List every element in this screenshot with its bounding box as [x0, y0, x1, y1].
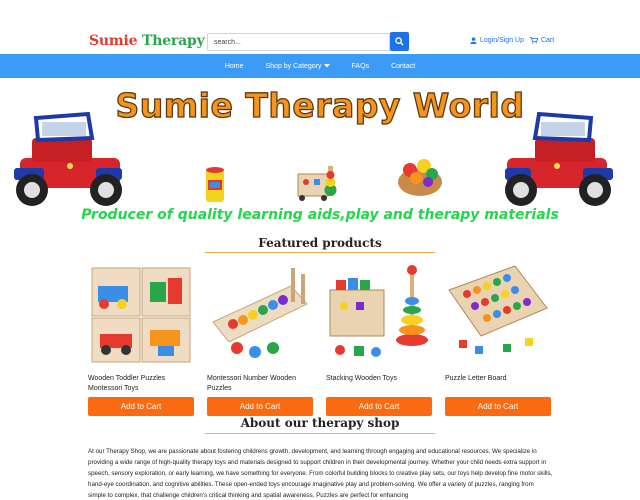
product-image-stacking-toys[interactable] — [326, 260, 432, 366]
login-link[interactable]: Login/Sign Up — [470, 37, 524, 44]
nav-contact[interactable]: Contact — [391, 63, 415, 70]
user-icon — [470, 37, 477, 44]
brand-part-2: Therapy — [142, 33, 205, 49]
about-title-underline — [205, 433, 435, 434]
nav-shop-by-category[interactable]: Shop by Category — [266, 63, 330, 70]
product-image-number-puzzle[interactable] — [207, 260, 313, 366]
cart-link[interactable]: Cart — [529, 37, 555, 44]
nav-home[interactable]: Home — [225, 63, 244, 70]
add-to-cart-button[interactable]: Add to Cart — [326, 397, 432, 416]
featured-title-underline — [205, 252, 435, 253]
product-card: Stacking Wooden Toys Add to Cart — [326, 260, 432, 416]
nav-shop-label: Shop by Category — [265, 62, 322, 70]
add-to-cart-button[interactable]: Add to Cart — [207, 397, 313, 416]
product-name[interactable]: Stacking Wooden Toys — [326, 374, 432, 396]
toy-shape-sorter-image — [297, 166, 337, 201]
search-icon — [395, 37, 404, 46]
featured-products-title: Featured products — [258, 236, 382, 250]
cart-label: Cart — [540, 37, 555, 44]
search-input[interactable] — [207, 33, 390, 51]
brand-part-1: Sumie — [89, 33, 138, 49]
login-label: Login/Sign Up — [480, 37, 524, 44]
product-image-letter-board[interactable] — [445, 260, 551, 366]
toy-jeep-right-image — [505, 111, 613, 206]
add-to-cart-button[interactable]: Add to Cart — [88, 397, 194, 416]
nav-faqs[interactable]: FAQs — [352, 63, 370, 70]
caret-down-icon — [323, 64, 330, 68]
cart-icon — [529, 37, 538, 44]
product-card: Wooden Toddler Puzzles Montessori Toys A… — [88, 260, 194, 416]
product-name[interactable]: Wooden Toddler Puzzles Montessori Toys — [88, 374, 194, 396]
top-header: Sumie Therapy world Login/Sign Up Cart — [0, 0, 640, 54]
hero-tagline: Producer of quality learning aids,play a… — [81, 207, 559, 223]
product-name[interactable]: Puzzle Letter Board — [445, 374, 551, 396]
product-name[interactable]: Montessori Number Wooden Puzzles — [207, 374, 313, 396]
product-card: Puzzle Letter Board Add to Cart — [445, 260, 551, 416]
add-to-cart-button[interactable]: Add to Cart — [445, 397, 551, 416]
toy-canister-image — [206, 167, 224, 202]
product-image-puzzles[interactable] — [88, 260, 194, 366]
product-card: Montessori Number Wooden Puzzles Add to … — [207, 260, 313, 416]
toy-fruit-basket-image — [398, 159, 442, 196]
search-button[interactable] — [390, 32, 409, 51]
main-nav: Home Shop by Category FAQs Contact — [0, 54, 640, 78]
toy-jeep-left-image — [14, 111, 122, 206]
about-paragraph: At our Therapy Shop, we are passionate a… — [88, 448, 553, 499]
account-links: Login/Sign Up Cart — [470, 37, 554, 44]
about-title: About our therapy shop — [240, 416, 400, 430]
